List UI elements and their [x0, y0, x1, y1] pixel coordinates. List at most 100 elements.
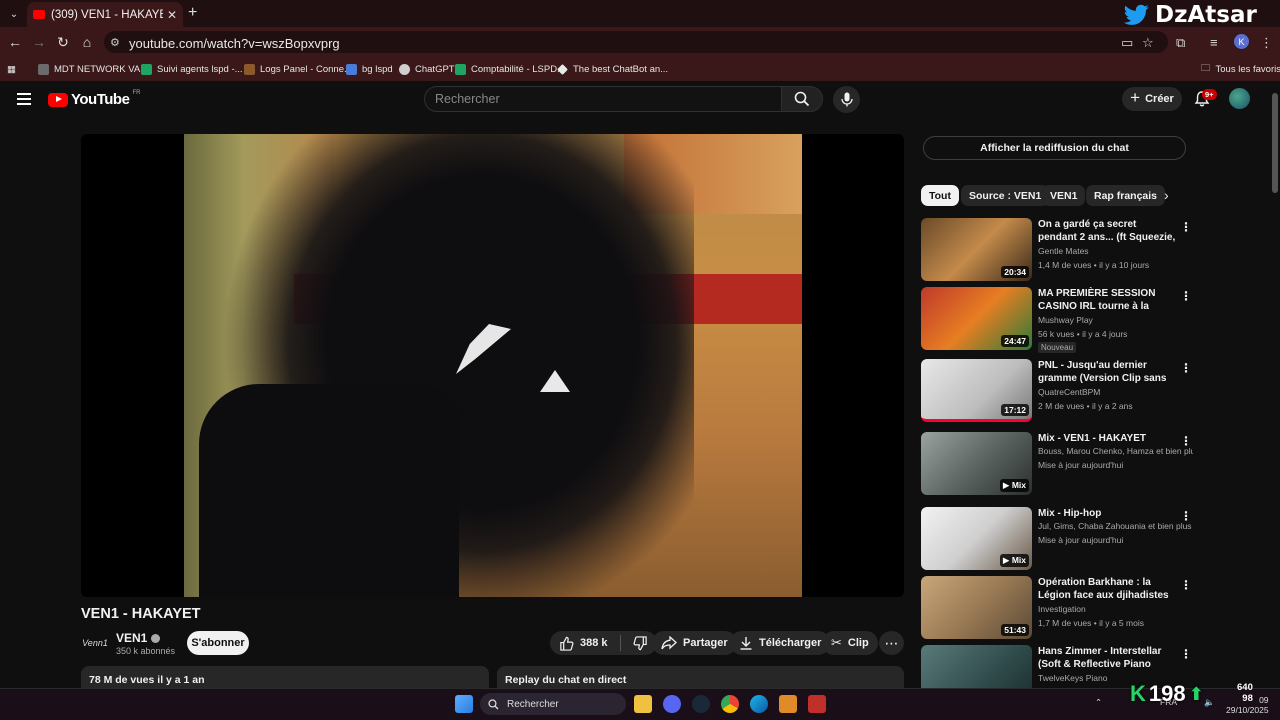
new-tab-icon[interactable]: +: [188, 4, 197, 22]
new-badge: Nouveau: [1038, 342, 1077, 353]
volume-icon[interactable]: 🔈: [1204, 697, 1215, 708]
chip-source-ven1[interactable]: Source : VEN1: [961, 185, 1050, 206]
app-icon[interactable]: [808, 695, 826, 713]
recommendation-channel[interactable]: QuatreCentBPM: [1038, 387, 1193, 397]
tab-list-chevron-icon[interactable]: ⌄: [4, 4, 24, 24]
kebab-menu-icon[interactable]: ⋮: [1180, 289, 1192, 303]
edge-icon[interactable]: [750, 695, 768, 713]
recommendation-item[interactable]: 17:12 PNL - Jusqu'au dernier gramme (Ver…: [921, 359, 1193, 425]
forward-icon[interactable]: →: [30, 33, 48, 51]
file-explorer-icon[interactable]: [634, 695, 652, 713]
all-bookmarks-folder[interactable]: 🗀 Tous les favoris: [1201, 61, 1280, 77]
subscribe-button[interactable]: S'abonner: [187, 631, 249, 655]
video-player[interactable]: [81, 134, 904, 597]
reading-list-icon[interactable]: ≡: [1210, 35, 1218, 50]
account-avatar[interactable]: [1229, 88, 1250, 109]
chevron-up-icon[interactable]: ⌃: [1095, 697, 1102, 708]
recommendation-item[interactable]: ▶ Mix Mix - VEN1 - HAKAYET Bouss, Marou …: [921, 432, 1193, 498]
chat-replay-card[interactable]: Replay du chat en direct: [497, 666, 904, 688]
apps-grid-icon[interactable]: ▦: [7, 61, 16, 77]
more-actions-icon[interactable]: ⋯: [879, 631, 904, 655]
bookmark-item[interactable]: bg lspd: [346, 61, 393, 77]
system-clock[interactable]: 09 29/10/2025: [1226, 695, 1269, 715]
channel-name[interactable]: VEN1: [116, 631, 161, 645]
video-thumbnail[interactable]: ▶ Mix: [921, 507, 1032, 570]
thumbs-up-icon: [560, 636, 574, 651]
share-button[interactable]: Partager: [652, 631, 737, 655]
extensions-icon[interactable]: ⧉: [1176, 35, 1185, 51]
reload-icon[interactable]: ↻: [54, 33, 72, 51]
recommendation-title[interactable]: On a gardé ça secret pendant 2 ans... (f…: [1038, 218, 1178, 245]
chrome-icon[interactable]: [721, 695, 739, 713]
chip-rap-francais[interactable]: Rap français: [1086, 185, 1166, 206]
download-button[interactable]: Télécharger: [730, 631, 831, 655]
close-tab-icon[interactable]: ✕: [167, 8, 177, 22]
voice-search-button[interactable]: [833, 86, 860, 113]
video-thumbnail[interactable]: ▶ Mix: [921, 432, 1032, 495]
recommendation-title[interactable]: Mix - Hip-hop: [1038, 507, 1178, 520]
recommendation-item[interactable]: 20:34 On a gardé ça secret pendant 2 ans…: [921, 218, 1193, 284]
kebab-menu-icon[interactable]: ⋮: [1180, 361, 1192, 375]
search-button[interactable]: [781, 86, 823, 112]
kebab-menu-icon[interactable]: ⋮: [1180, 647, 1191, 661]
kebab-menu-icon[interactable]: ⋮: [1180, 578, 1192, 592]
like-button[interactable]: 388 k: [559, 636, 608, 651]
recommendation-item[interactable]: 51:43 Opération Barkhane : la Légion fac…: [921, 576, 1193, 642]
recommendation-channel[interactable]: Bouss, Marou Chenko, Hamza et bien plus …: [1038, 446, 1193, 456]
bookmark-item[interactable]: The best ChatBot an...: [557, 61, 668, 77]
recommendation-title[interactable]: MA PREMIÈRE SESSION CASINO IRL tourne à …: [1038, 287, 1178, 314]
profile-avatar[interactable]: K: [1234, 34, 1249, 49]
taskbar-search[interactable]: Rechercher: [480, 693, 626, 715]
browser-menu-icon[interactable]: ⋮: [1260, 35, 1273, 51]
thumbs-down-icon[interactable]: [633, 635, 648, 651]
bookmark-star-icon[interactable]: ☆: [1142, 35, 1154, 51]
recommendation-title[interactable]: Mix - VEN1 - HAKAYET: [1038, 432, 1178, 445]
bookmark-item[interactable]: MDT NETWORK VA...: [38, 61, 148, 77]
chevron-right-icon[interactable]: ›: [1164, 187, 1169, 203]
search-input[interactable]: Rechercher: [424, 86, 782, 112]
video-thumbnail[interactable]: 24:47: [921, 287, 1032, 350]
video-thumbnail[interactable]: 51:43: [921, 576, 1032, 639]
video-thumbnail[interactable]: [921, 645, 1032, 688]
channel-avatar[interactable]: Venn1: [82, 632, 108, 654]
video-thumbnail[interactable]: 17:12: [921, 359, 1032, 422]
youtube-logo[interactable]: YouTube FR: [48, 90, 140, 108]
kebab-menu-icon[interactable]: ⋮: [1180, 434, 1192, 448]
browser-tab[interactable]: (309) VEN1 - HAKAYET - YouTube ✕: [27, 2, 183, 27]
site-info-icon[interactable]: ⚙: [110, 36, 122, 49]
recommendation-channel[interactable]: Mushway Play: [1038, 315, 1193, 325]
show-chat-replay-button[interactable]: Afficher la rediffusion du chat: [923, 136, 1186, 160]
bookmark-item[interactable]: ChatGPT: [399, 61, 455, 77]
recommendation-channel[interactable]: Gentle Mates: [1038, 246, 1193, 256]
kebab-menu-icon[interactable]: ⋮: [1180, 509, 1192, 523]
app-icon[interactable]: [779, 695, 797, 713]
bookmark-item[interactable]: Suivi agents lspd -...: [141, 61, 243, 77]
chip-ven1[interactable]: VEN1: [1042, 185, 1086, 206]
clip-button[interactable]: ✂ Clip: [822, 631, 878, 655]
steam-icon[interactable]: [692, 695, 710, 713]
mix-badge: ▶ Mix: [999, 554, 1029, 567]
kebab-menu-icon[interactable]: ⋮: [1180, 220, 1192, 234]
create-button[interactable]: + Créer: [1122, 87, 1182, 111]
url-text[interactable]: youtube.com/watch?v=wszBopxvprg: [129, 36, 340, 51]
cast-icon[interactable]: ▭: [1121, 35, 1133, 51]
recommendation-title[interactable]: PNL - Jusqu'au dernier gramme (Version C…: [1038, 359, 1178, 386]
home-icon[interactable]: ⌂: [78, 33, 96, 51]
description-box[interactable]: 78 M de vues il y a 1 an: [81, 666, 489, 688]
recommendation-title[interactable]: Hans Zimmer - Interstellar (Soft & Refle…: [1038, 645, 1178, 672]
windows-start-icon[interactable]: [455, 695, 473, 713]
back-icon[interactable]: ←: [6, 33, 24, 51]
bookmark-item[interactable]: Logs Panel - Conne...: [244, 61, 352, 77]
recommendation-item[interactable]: 24:47 MA PREMIÈRE SESSION CASINO IRL tou…: [921, 287, 1193, 353]
discord-icon[interactable]: [663, 695, 681, 713]
recommendation-meta: 2 M de vues • il y a 2 ans: [1038, 401, 1133, 411]
recommendation-item[interactable]: ▶ Mix Mix - Hip-hop Jul, Gims, Chaba Zah…: [921, 507, 1193, 573]
recommendation-title[interactable]: Opération Barkhane : la Légion face aux …: [1038, 576, 1178, 602]
page-scrollbar[interactable]: [1270, 89, 1280, 689]
chip-all[interactable]: Tout: [921, 185, 959, 206]
recommendation-channel[interactable]: Investigation: [1038, 604, 1193, 614]
bookmark-item[interactable]: Comptabilité - LSPD...: [455, 61, 565, 77]
video-thumbnail[interactable]: 20:34: [921, 218, 1032, 281]
hamburger-menu-icon[interactable]: [17, 93, 31, 105]
recommendation-channel[interactable]: Jul, Gims, Chaba Zahouania et bien plus …: [1038, 521, 1193, 531]
